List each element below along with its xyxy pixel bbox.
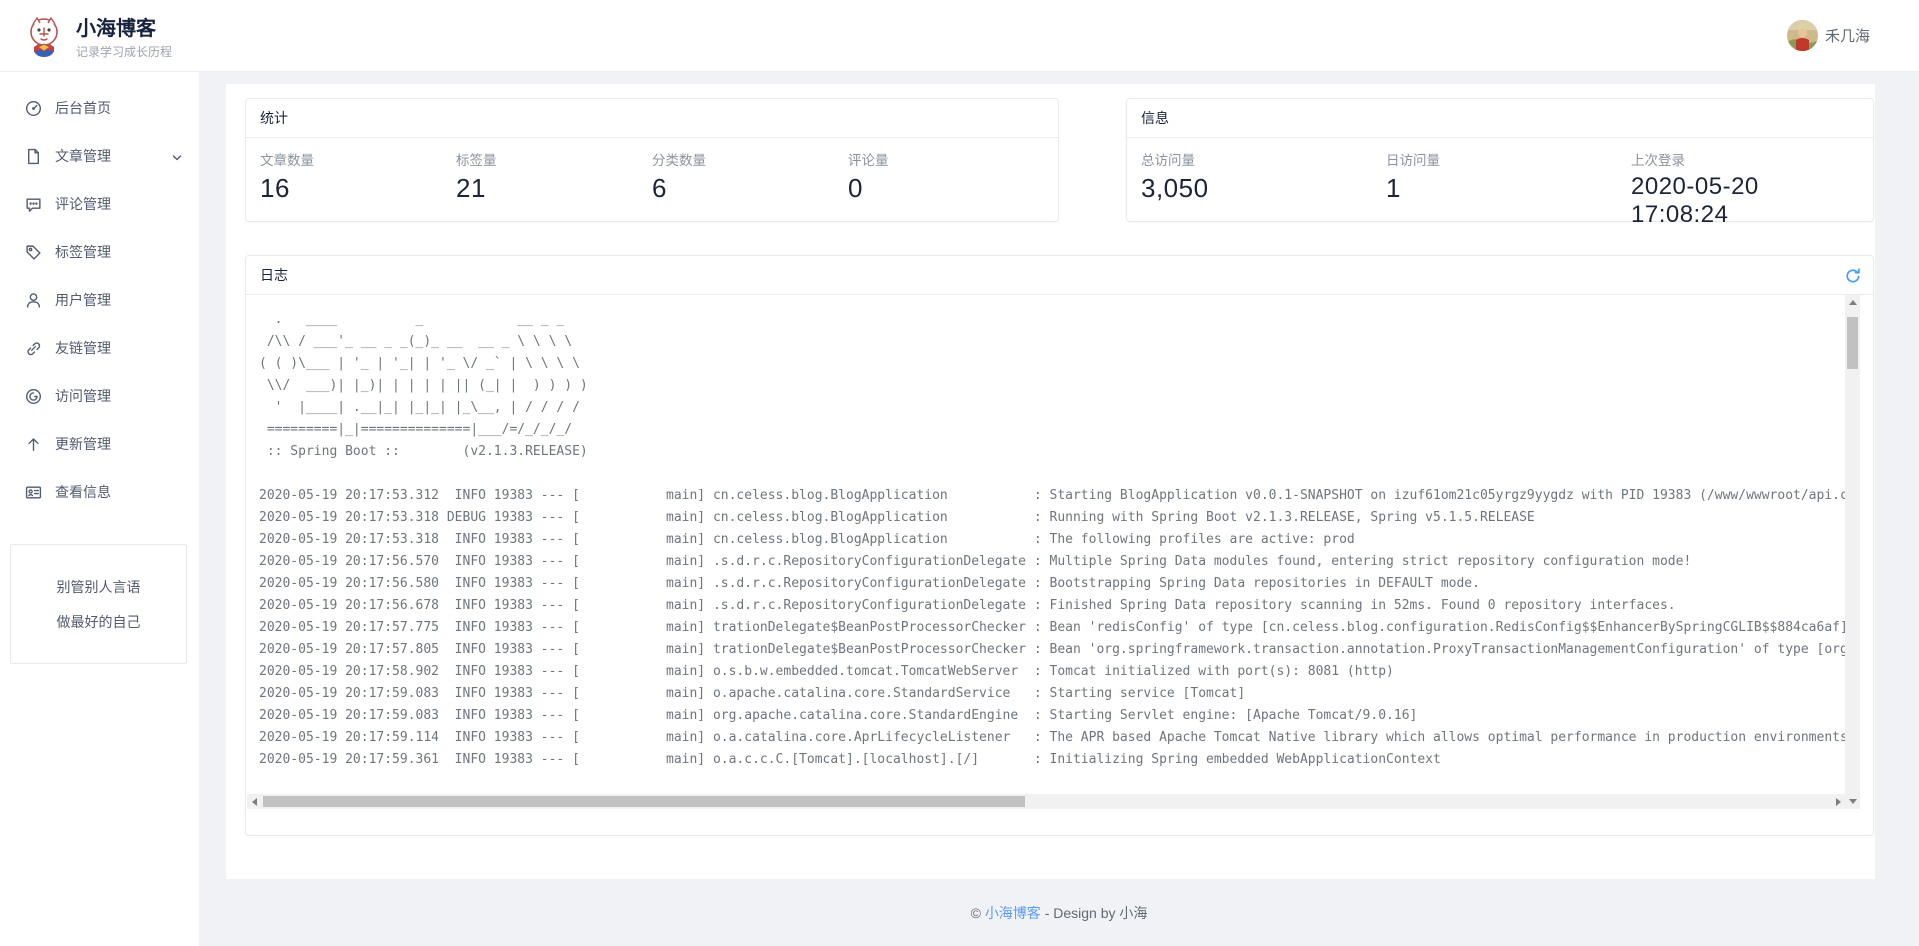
stat-value: 2020-05-20 17:08:24 bbox=[1631, 173, 1859, 229]
stat-label: 文章数量 bbox=[260, 149, 456, 169]
sidebar-item-comments[interactable]: 评论管理 bbox=[0, 180, 199, 228]
sidebar-item-articles[interactable]: 文章管理 bbox=[0, 132, 199, 180]
link-icon bbox=[25, 340, 42, 357]
footer-suffix: - Design by 小海 bbox=[1041, 905, 1148, 921]
stat-comments: 评论量 0 bbox=[848, 149, 1044, 204]
sidebar-item-links[interactable]: 友链管理 bbox=[0, 324, 199, 372]
info-card: 信息 总访问量 3,050 日访问量 1 上次登录 2020-05-20 17:… bbox=[1126, 98, 1874, 222]
stat-value: 3,050 bbox=[1141, 173, 1386, 204]
stat-articles: 文章数量 16 bbox=[260, 149, 456, 204]
tag-icon bbox=[25, 244, 42, 261]
stat-last-login: 上次登录 2020-05-20 17:08:24 bbox=[1631, 149, 1859, 229]
update-icon bbox=[25, 436, 42, 453]
sidebar-item-label: 友链管理 bbox=[55, 338, 111, 358]
sidebar-item-label: 查看信息 bbox=[55, 482, 111, 502]
stat-value: 6 bbox=[652, 173, 848, 204]
sidebar-item-tags[interactable]: 标签管理 bbox=[0, 228, 199, 276]
footer: © 小海博客 - Design by 小海 bbox=[199, 903, 1919, 923]
sidebar-item-label: 用户管理 bbox=[55, 290, 111, 310]
horizontal-scrollbar-thumb[interactable] bbox=[263, 796, 1025, 807]
horizontal-scrollbar[interactable] bbox=[247, 794, 1846, 809]
stat-value: 1 bbox=[1386, 173, 1631, 204]
stat-label: 上次登录 bbox=[1631, 149, 1859, 169]
stat-categories: 分类数量 6 bbox=[652, 149, 848, 204]
sidebar-item-label: 后台首页 bbox=[55, 98, 111, 118]
stat-value: 16 bbox=[260, 173, 456, 204]
stat-total-visits: 总访问量 3,050 bbox=[1141, 149, 1386, 229]
user-icon bbox=[25, 292, 42, 309]
sidebar-item-label: 文章管理 bbox=[55, 146, 111, 166]
cartoon-mascot-logo-icon bbox=[22, 14, 66, 63]
stat-label: 日访问量 bbox=[1386, 149, 1631, 169]
motto-box: 别管别人言语 做最好的自己 bbox=[10, 544, 187, 664]
stat-daily-visits: 日访问量 1 bbox=[1386, 149, 1631, 229]
log-card-title: 日志 bbox=[260, 267, 288, 283]
scroll-left-icon[interactable] bbox=[247, 794, 262, 809]
stat-tags: 标签量 21 bbox=[456, 149, 652, 204]
vertical-scrollbar-thumb[interactable] bbox=[1847, 317, 1858, 369]
stat-label: 评论量 bbox=[848, 149, 1044, 169]
stat-label: 分类数量 bbox=[652, 149, 848, 169]
log-card: 日志 . ____ _ __ _ _ /\\ / ___'_ __ _ _(_)… bbox=[245, 255, 1874, 836]
top-header: 小海博客 记录学习成长历程 禾几海 bbox=[0, 0, 1919, 72]
brand: 小海博客 记录学习成长历程 bbox=[22, 14, 172, 63]
scroll-down-icon[interactable] bbox=[1845, 794, 1860, 809]
motto-line-2: 做最好的自己 bbox=[57, 612, 141, 632]
stat-value: 21 bbox=[456, 173, 652, 204]
scroll-right-icon[interactable] bbox=[1831, 794, 1846, 809]
dashboard-icon bbox=[25, 100, 42, 117]
article-icon bbox=[25, 148, 42, 165]
sidebar-item-dashboard[interactable]: 后台首页 bbox=[0, 84, 199, 132]
stats-card-title: 统计 bbox=[246, 99, 1058, 138]
sidebar-item-label: 标签管理 bbox=[55, 242, 111, 262]
scroll-up-icon[interactable] bbox=[1845, 295, 1860, 310]
sidebar-item-label: 评论管理 bbox=[55, 194, 111, 214]
sidebar: 后台首页 文章管理 评论管理 标签管理 用 bbox=[0, 72, 199, 946]
sidebar-item-view-info[interactable]: 查看信息 bbox=[0, 468, 199, 516]
log-output: . ____ _ __ _ _ /\\ / ___'_ __ _ _(_)_ _… bbox=[259, 309, 1845, 789]
username[interactable]: 禾几海 bbox=[1825, 25, 1870, 46]
info-card-icon bbox=[25, 484, 42, 501]
footer-brand-link[interactable]: 小海博客 bbox=[985, 905, 1041, 921]
sidebar-item-label: 访问管理 bbox=[55, 386, 111, 406]
sidebar-item-users[interactable]: 用户管理 bbox=[0, 276, 199, 324]
chevron-down-icon[interactable] bbox=[171, 151, 183, 167]
motto-line-1: 别管别人言语 bbox=[57, 577, 141, 597]
main-panel: 统计 文章数量 16 标签量 21 分类数量 6 评论量 0 信息 总访 bbox=[226, 84, 1875, 879]
user-avatar[interactable] bbox=[1787, 20, 1818, 51]
stats-card: 统计 文章数量 16 标签量 21 分类数量 6 评论量 0 bbox=[245, 98, 1059, 222]
stat-value: 0 bbox=[848, 173, 1044, 204]
site-title: 小海博客 bbox=[76, 17, 172, 41]
user-menu[interactable]: 禾几海 bbox=[1787, 20, 1870, 51]
visit-icon bbox=[25, 388, 42, 405]
sidebar-item-updates[interactable]: 更新管理 bbox=[0, 420, 199, 468]
comment-icon bbox=[25, 196, 42, 213]
info-card-title: 信息 bbox=[1127, 99, 1873, 138]
vertical-scrollbar[interactable] bbox=[1845, 295, 1860, 809]
sidebar-item-label: 更新管理 bbox=[55, 434, 111, 454]
stat-label: 总访问量 bbox=[1141, 149, 1386, 169]
site-subtitle: 记录学习成长历程 bbox=[76, 43, 172, 60]
log-body: . ____ _ __ _ _ /\\ / ___'_ __ _ _(_)_ _… bbox=[246, 295, 1873, 835]
refresh-icon[interactable] bbox=[1843, 266, 1863, 286]
sidebar-item-visits[interactable]: 访问管理 bbox=[0, 372, 199, 420]
stat-label: 标签量 bbox=[456, 149, 652, 169]
footer-copyright: © bbox=[971, 905, 985, 921]
